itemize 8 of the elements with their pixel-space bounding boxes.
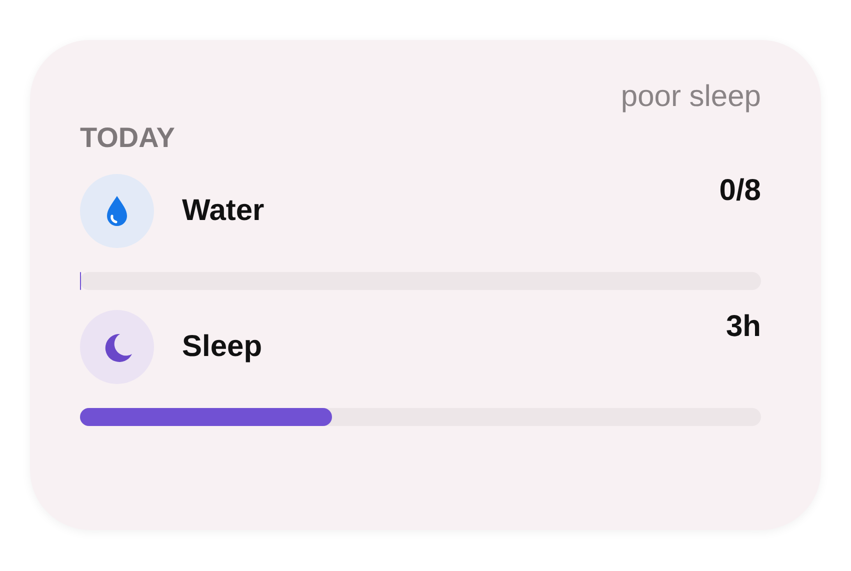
tracker-reading: 0/8 bbox=[719, 174, 761, 208]
status-text: poor sleep bbox=[620, 80, 761, 114]
section-heading: TODAY bbox=[80, 122, 176, 154]
water-drop-icon bbox=[80, 174, 154, 248]
tracker-label: Sleep bbox=[182, 330, 262, 364]
tracker-reading: 3h bbox=[726, 310, 761, 344]
moon-icon bbox=[80, 310, 154, 384]
tracker-label: Water bbox=[182, 194, 264, 228]
